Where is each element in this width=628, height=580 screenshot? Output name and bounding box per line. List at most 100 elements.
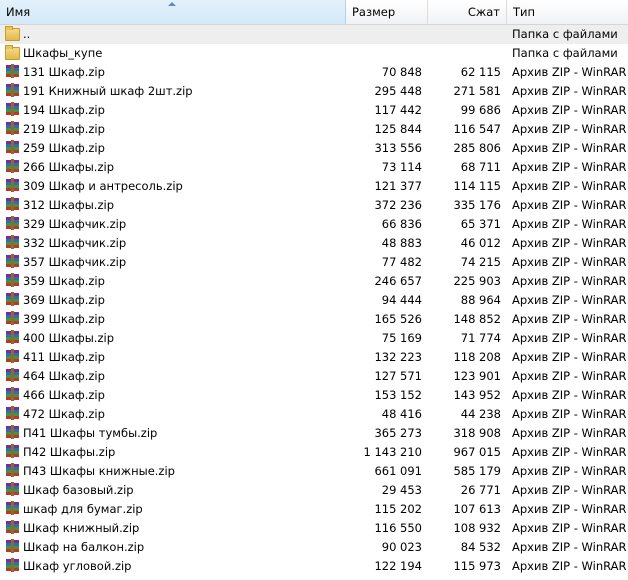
file-row[interactable]: П43 Шкафы книжные.zip 661 091 585 179 Архив… bbox=[0, 462, 628, 481]
file-type: Архив ZIP - WinRAR bbox=[512, 331, 627, 345]
file-row[interactable]: 359 Шкаф.zip 246 657 225 903 Архив ZIP - Wi… bbox=[0, 272, 628, 291]
column-header-type[interactable]: Тип bbox=[507, 0, 628, 24]
column-header-name[interactable]: Имя bbox=[0, 0, 346, 24]
file-type: Архив ZIP - WinRAR bbox=[512, 464, 627, 478]
file-row[interactable]: 369 Шкаф.zip 94 444 88 964 Архив ZIP - WinR… bbox=[0, 291, 628, 310]
file-name: 329 Шкафчик.zip bbox=[23, 217, 127, 231]
file-name: 191 Книжный шкаф 2шт.zip bbox=[23, 84, 193, 98]
file-row[interactable]: 131 Шкаф.zip 70 848 62 115 Архив ZIP - WinR… bbox=[0, 63, 628, 82]
file-size bbox=[346, 25, 422, 44]
file-type: Архив ZIP - WinRAR bbox=[512, 388, 627, 402]
file-row[interactable]: 357 Шкафчик.zip 77 482 74 215 Архив ZIP - W… bbox=[0, 253, 628, 272]
file-row[interactable]: 329 Шкафчик.zip 66 836 65 371 Архив ZIP - W… bbox=[0, 215, 628, 234]
file-row[interactable]: 332 Шкафчик.zip 48 883 46 012 Архив ZIP - W… bbox=[0, 234, 628, 253]
winrar-archive-icon bbox=[5, 558, 20, 573]
file-row[interactable]: 219 Шкаф.zip 125 844 116 547 Архив ZIP - Wi… bbox=[0, 120, 628, 139]
file-name-cell: 266 Шкафы.zip bbox=[5, 158, 345, 177]
file-name-cell: Шкафы_купе bbox=[5, 44, 345, 63]
file-packed-size: 74 215 bbox=[460, 255, 501, 269]
file-packed-size: 271 581 bbox=[453, 84, 501, 98]
file-size: 121 377 bbox=[374, 179, 422, 193]
file-row[interactable]: 464 Шкаф.zip 127 571 123 901 Архив ZIP - Wi… bbox=[0, 367, 628, 386]
file-packed-size: 143 952 bbox=[453, 388, 501, 402]
file-type: Архив ZIP - WinRAR bbox=[512, 103, 627, 117]
column-header-packed[interactable]: Сжат bbox=[428, 0, 507, 24]
file-row[interactable]: Шкаф на балкон.zip 90 023 84 532 Архив ZIP … bbox=[0, 538, 628, 557]
file-name: П42 Шкафы.zip bbox=[23, 445, 116, 459]
file-row[interactable]: Шкафы_купе Папка с файлами bbox=[0, 44, 628, 63]
file-row[interactable]: 411 Шкаф.zip 132 223 118 208 Архив ZIP - Wi… bbox=[0, 348, 628, 367]
file-size: 365 273 bbox=[374, 426, 422, 440]
file-name: 359 Шкаф.zip bbox=[23, 274, 105, 288]
file-row[interactable]: 466 Шкаф.zip 153 152 143 952 Архив ZIP - Wi… bbox=[0, 386, 628, 405]
file-type: Архив ZIP - WinRAR bbox=[512, 122, 627, 136]
file-row[interactable]: Шкаф угловой.zip 122 194 115 973 Архив ZIP … bbox=[0, 557, 628, 576]
file-row[interactable]: 399 Шкаф.zip 165 526 148 852 Архив ZIP - Wi… bbox=[0, 310, 628, 329]
file-packed-size: 62 115 bbox=[460, 65, 501, 79]
file-name-cell: Шкаф угловой.zip bbox=[5, 557, 345, 576]
file-row[interactable]: 312 Шкафы.zip 372 236 335 176 Архив ZIP - W… bbox=[0, 196, 628, 215]
file-name-cell: 399 Шкаф.zip bbox=[5, 310, 345, 329]
winrar-archive-icon bbox=[5, 216, 20, 231]
file-row[interactable]: .. Папка с файлами bbox=[0, 25, 628, 44]
file-row[interactable]: Шкаф книжный.zip 116 550 108 932 Архив ZIP … bbox=[0, 519, 628, 538]
file-row[interactable]: 194 Шкаф.zip 117 442 99 686 Архив ZIP - Win… bbox=[0, 101, 628, 120]
file-name: П41 Шкафы тумбы.zip bbox=[23, 426, 158, 440]
file-name-cell: 312 Шкафы.zip bbox=[5, 196, 345, 215]
file-row[interactable]: 191 Книжный шкаф 2шт.zip 295 448 271 581 Ар… bbox=[0, 82, 628, 101]
winrar-archive-icon bbox=[5, 140, 20, 155]
column-header-size[interactable]: Размер bbox=[346, 0, 428, 24]
file-type: Архив ZIP - WinRAR bbox=[512, 445, 627, 459]
file-type: Папка с файлами bbox=[512, 27, 618, 41]
file-name: 357 Шкафчик.zip bbox=[23, 255, 127, 269]
file-type: Архив ZIP - WinRAR bbox=[512, 160, 627, 174]
file-packed-size: 26 771 bbox=[460, 483, 501, 497]
file-row[interactable]: 259 Шкаф.zip 313 556 285 806 Архив ZIP - Wi… bbox=[0, 139, 628, 158]
file-type: Архив ZIP - WinRAR bbox=[512, 65, 627, 79]
file-packed-size: 123 901 bbox=[453, 369, 501, 383]
file-size: 75 169 bbox=[381, 331, 422, 345]
winrar-archive-icon bbox=[5, 121, 20, 136]
file-name-cell: 357 Шкафчик.zip bbox=[5, 253, 345, 272]
file-name-cell: 466 Шкаф.zip bbox=[5, 386, 345, 405]
file-row[interactable]: 400 Шкафы.zip 75 169 71 774 Архив ZIP - Win… bbox=[0, 329, 628, 348]
file-name-cell: 359 Шкаф.zip bbox=[5, 272, 345, 291]
file-name-cell: 472 Шкаф.zip bbox=[5, 405, 345, 424]
winrar-archive-icon bbox=[5, 330, 20, 345]
file-packed-size: 318 908 bbox=[453, 426, 501, 440]
winrar-archive-icon bbox=[5, 501, 20, 516]
file-size: 90 023 bbox=[381, 540, 422, 554]
file-name-cell: 309 Шкаф и антресоль.zip bbox=[5, 177, 345, 196]
file-row[interactable]: 266 Шкафы.zip 73 114 68 711 Архив ZIP - Win… bbox=[0, 158, 628, 177]
file-row[interactable]: 472 Шкаф.zip 48 416 44 238 Архив ZIP - WinR… bbox=[0, 405, 628, 424]
winrar-archive-icon bbox=[5, 425, 20, 440]
file-name: Шкаф базовый.zip bbox=[23, 483, 134, 497]
file-type: Архив ZIP - WinRAR bbox=[512, 521, 627, 535]
file-type: Архив ZIP - WinRAR bbox=[512, 141, 627, 155]
file-row[interactable]: П41 Шкафы тумбы.zip 365 273 318 908 Архив Z… bbox=[0, 424, 628, 443]
file-packed-size bbox=[428, 25, 501, 44]
winrar-archive-icon bbox=[5, 406, 20, 421]
file-type: Архив ZIP - WinRAR bbox=[512, 255, 627, 269]
file-row[interactable]: Шкаф базовый.zip 29 453 26 771 Архив ZIP - … bbox=[0, 481, 628, 500]
file-size: 127 571 bbox=[374, 369, 422, 383]
winrar-archive-icon bbox=[5, 235, 20, 250]
file-size: 73 114 bbox=[381, 160, 422, 174]
file-type: Архив ZIP - WinRAR bbox=[512, 540, 627, 554]
file-size: 115 202 bbox=[374, 502, 422, 516]
file-type: Архив ZIP - WinRAR bbox=[512, 426, 627, 440]
file-type: Архив ZIP - WinRAR bbox=[512, 483, 627, 497]
file-row[interactable]: 309 Шкаф и антресоль.zip 121 377 114 115 Ар… bbox=[0, 177, 628, 196]
file-size: 661 091 bbox=[374, 464, 422, 478]
file-name: 472 Шкаф.zip bbox=[23, 407, 105, 421]
column-header-packed-label: Сжат bbox=[467, 5, 500, 19]
file-size: 295 448 bbox=[374, 84, 422, 98]
file-name: Шкафы_купе bbox=[23, 46, 103, 60]
winrar-archive-icon bbox=[5, 482, 20, 497]
file-name: 194 Шкаф.zip bbox=[23, 103, 105, 117]
file-name: 466 Шкаф.zip bbox=[23, 388, 105, 402]
file-packed-size: 115 973 bbox=[453, 559, 501, 573]
file-row[interactable]: шкаф для бумаг.zip 115 202 107 613 Архив ZI… bbox=[0, 500, 628, 519]
file-row[interactable]: П42 Шкафы.zip 1 143 210 967 015 Архив ZIP -… bbox=[0, 443, 628, 462]
winrar-archive-icon bbox=[5, 64, 20, 79]
